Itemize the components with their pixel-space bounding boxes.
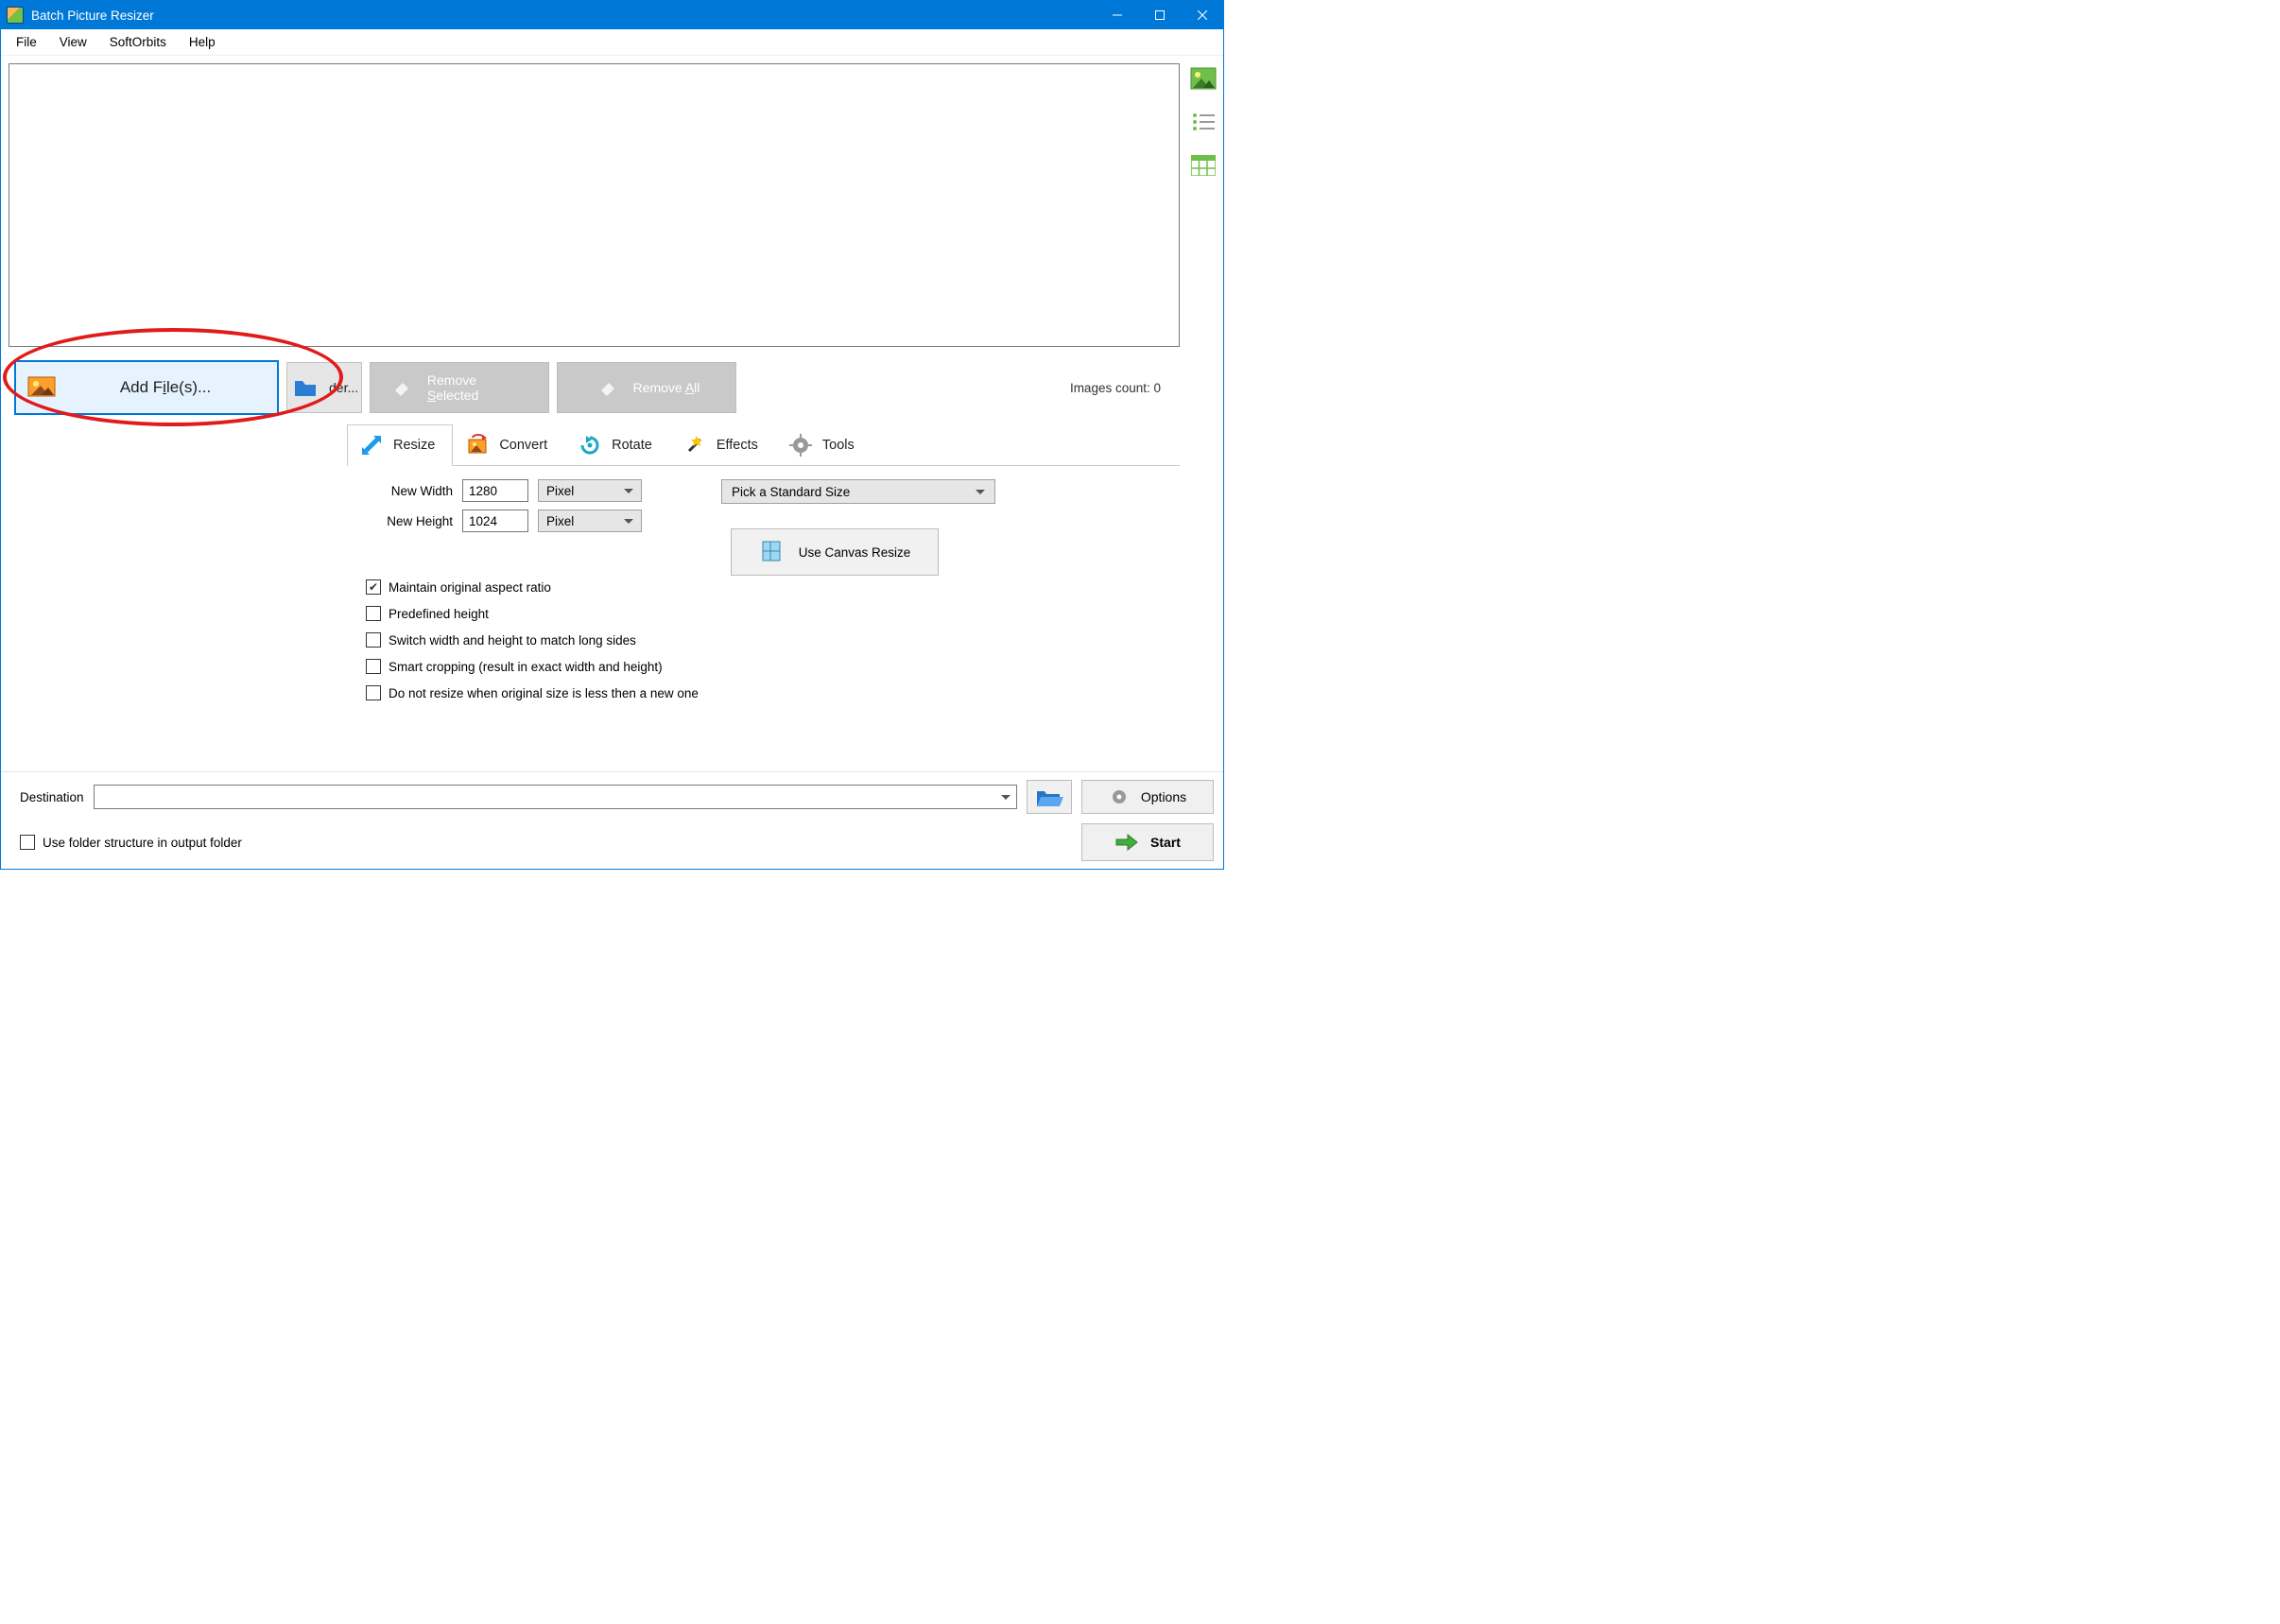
tab-effects[interactable]: Effects	[670, 424, 776, 465]
footer: Destination Options Use folder structure…	[1, 771, 1223, 869]
remove-all-label: Remove All	[633, 380, 700, 395]
resize-icon	[359, 433, 384, 458]
thumbnails-icon	[1190, 67, 1217, 90]
file-ops-toolbar: Add File(s)... der... Remove Selected	[9, 347, 1180, 424]
window-title: Batch Picture Resizer	[31, 9, 154, 23]
chevron-down-icon	[1001, 795, 1010, 800]
check-switch-wh[interactable]: Switch width and height to match long si…	[366, 632, 1024, 648]
rotate-icon	[578, 433, 602, 458]
checkbox-icon	[366, 659, 381, 674]
image-list[interactable]	[9, 63, 1180, 347]
folder-open-icon	[1035, 786, 1063, 808]
browse-button[interactable]	[1027, 780, 1072, 814]
tab-bar: Resize Convert Rotate	[347, 424, 1180, 466]
new-height-input[interactable]	[462, 510, 528, 532]
start-button[interactable]: Start	[1081, 823, 1214, 861]
check-use-folder-structure[interactable]: Use folder structure in output folder	[20, 835, 242, 850]
app-window: Batch Picture Resizer File View SoftOrbi…	[0, 0, 1224, 870]
options-button[interactable]: Options	[1081, 780, 1214, 814]
add-folder-button[interactable]: der...	[286, 362, 362, 413]
standard-size-select[interactable]: Pick a Standard Size	[721, 479, 995, 504]
checkbox-icon	[366, 685, 381, 700]
remove-all-button[interactable]: Remove All	[557, 362, 736, 413]
add-files-button[interactable]: Add File(s)...	[14, 360, 279, 415]
add-folder-label: der...	[329, 380, 358, 395]
check-maintain-aspect[interactable]: ✔ Maintain original aspect ratio	[366, 579, 1024, 595]
close-icon	[1198, 10, 1207, 20]
new-width-input[interactable]	[462, 479, 528, 502]
images-count: Images count: 0	[1070, 381, 1174, 395]
tab-tools[interactable]: Tools	[776, 424, 872, 465]
height-unit-select[interactable]: Pixel	[538, 510, 642, 532]
tab-rotate[interactable]: Rotate	[565, 424, 670, 465]
view-details-button[interactable]	[1188, 150, 1218, 181]
add-files-label: Add File(s)...	[71, 378, 260, 397]
width-unit-select[interactable]: Pixel	[538, 479, 642, 502]
arrow-right-icon	[1114, 833, 1139, 852]
view-thumbnails-button[interactable]	[1188, 63, 1218, 94]
eraser-icon	[388, 373, 416, 402]
check-smart-cropping[interactable]: Smart cropping (result in exact width an…	[366, 659, 1024, 674]
maximize-button[interactable]	[1138, 1, 1181, 29]
checkbox-checked-icon: ✔	[366, 579, 381, 595]
chevron-down-icon	[624, 489, 633, 493]
minimize-button[interactable]	[1096, 1, 1138, 29]
remove-selected-label: Remove Selected	[427, 372, 531, 403]
canvas-icon	[759, 538, 786, 567]
chevron-down-icon	[624, 519, 633, 524]
checkbox-icon	[20, 835, 35, 850]
picture-icon	[26, 371, 60, 405]
grid-icon	[1191, 155, 1216, 176]
view-list-button[interactable]	[1188, 107, 1218, 137]
new-width-label: New Width	[366, 484, 453, 498]
list-icon	[1192, 112, 1215, 131]
menu-file[interactable]: File	[5, 31, 48, 53]
titlebar: Batch Picture Resizer	[1, 1, 1223, 29]
checkbox-icon	[366, 632, 381, 648]
gear-icon	[1109, 786, 1130, 807]
menu-view[interactable]: View	[48, 31, 98, 53]
app-icon	[7, 7, 24, 24]
effects-icon	[682, 433, 707, 458]
close-button[interactable]	[1181, 1, 1223, 29]
gear-icon	[788, 433, 813, 458]
view-mode-toolbar	[1183, 56, 1223, 771]
menu-help[interactable]: Help	[178, 31, 227, 53]
check-predefined-height[interactable]: Predefined height	[366, 606, 1024, 621]
eraser-all-icon	[594, 373, 622, 402]
use-canvas-resize-button[interactable]: Use Canvas Resize	[731, 528, 939, 576]
folder-icon	[293, 373, 318, 402]
menu-bar: File View SoftOrbits Help	[1, 29, 1223, 56]
menu-softorbits[interactable]: SoftOrbits	[98, 31, 178, 53]
destination-label: Destination	[20, 790, 84, 804]
destination-combobox[interactable]	[94, 785, 1017, 809]
convert-icon	[465, 433, 490, 458]
check-no-resize-smaller[interactable]: Do not resize when original size is less…	[366, 685, 1024, 700]
checkbox-icon	[366, 606, 381, 621]
tab-resize[interactable]: Resize	[347, 424, 453, 465]
new-height-label: New Height	[366, 514, 453, 528]
minimize-icon	[1113, 10, 1122, 20]
tab-convert[interactable]: Convert	[453, 424, 565, 465]
maximize-icon	[1155, 10, 1165, 20]
resize-panel: New Width Pixel New Height Pixel	[347, 466, 1180, 714]
chevron-down-icon	[976, 490, 985, 494]
remove-selected-button[interactable]: Remove Selected	[370, 362, 549, 413]
